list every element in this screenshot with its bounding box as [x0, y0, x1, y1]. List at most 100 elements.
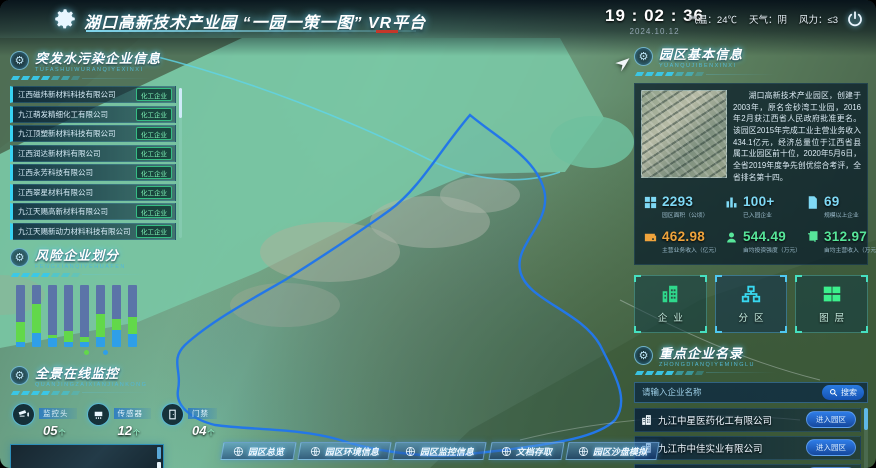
- sheets-icon: [805, 230, 820, 245]
- company-type-tag: 化工企业: [136, 205, 172, 218]
- bar-2: [32, 285, 41, 347]
- bar-5: [80, 285, 89, 347]
- park-info-card: 湖口高新技术产业园区，创建于2003年，原名金砂湾工业园，2016年2月获江西省…: [634, 83, 868, 265]
- camera-counter[interactable]: 监控头 05个: [12, 403, 77, 438]
- list-item[interactable]: 九江天赐高新材料有限公司 化工企业: [10, 203, 176, 220]
- company-name: 江西翠星材料有限公司: [18, 187, 93, 198]
- monitor-section-title: 全景在线监控: [35, 363, 147, 382]
- stat-label: 已入园企业: [743, 210, 775, 219]
- list-item[interactable]: 九江萌发精细化工有限公司 化工企业: [10, 106, 176, 123]
- company-name: 九江市中佳实业有限公司: [658, 441, 806, 455]
- zone-network-icon: [740, 283, 762, 305]
- search-icon: [829, 388, 838, 397]
- legend-blue-swatch: [103, 350, 108, 355]
- ticks-decoration: [12, 76, 182, 80]
- list-item[interactable]: 九江顶塑新材料科技有限公司 化工企业: [10, 125, 176, 142]
- power-button-icon[interactable]: [846, 10, 864, 28]
- ticks-decoration: [12, 273, 182, 277]
- pollution-company-list: 江西磁炜新材料科技有限公司 化工企业 九江萌发精细化工有限公司 化工企业 九江顶…: [10, 86, 182, 240]
- nav-sandbox-simulation[interactable]: 园区沙盘模拟: [565, 442, 659, 460]
- globe-icon: [501, 446, 512, 457]
- directory-section: ⚙ 重点企业名录 ZHONGDIANQIYEMINGLU 搜索 九江中星医药化工…: [634, 343, 868, 468]
- nav-monitoring-info[interactable]: 园区监控信息: [393, 442, 487, 460]
- layers-button[interactable]: 图层: [795, 275, 868, 333]
- gear-badge-icon: ⚙: [10, 248, 29, 267]
- monitor-counters: 监控头 05个 传感器 12个: [12, 403, 248, 438]
- enterprise-layer-button[interactable]: 企业: [634, 275, 707, 333]
- weather-wind: 风力：≤3: [799, 12, 838, 26]
- grid-icon: [643, 195, 658, 210]
- sensor-icon: [87, 403, 110, 426]
- company-name: 九江顶塑新材料科技有限公司: [18, 128, 116, 139]
- stat-value: 544.49: [743, 229, 801, 244]
- layers-grid-icon: [821, 283, 843, 305]
- company-type-tag: 化工企业: [136, 127, 172, 140]
- company-type-tag: 化工企业: [136, 166, 172, 179]
- search-input[interactable]: [642, 387, 822, 397]
- bottom-navigation: 园区总览 园区环境信息 园区监控信息 文档存取 园区沙盘模拟: [222, 442, 658, 460]
- bar-3: [48, 285, 57, 347]
- counter-value: 12: [118, 423, 132, 438]
- search-button[interactable]: 搜索: [822, 385, 864, 400]
- action-button-label: 分区: [733, 310, 770, 324]
- nav-label: 园区总览: [248, 445, 284, 458]
- clock-date: 2024.10.12: [605, 27, 704, 36]
- list-item[interactable]: 江西翠星材料有限公司 化工企业: [10, 184, 176, 201]
- stat-area: 2293 园区面积（公顷）: [643, 194, 720, 219]
- park-info-subtitle: YUANQUJIBENXINXI: [659, 63, 743, 69]
- park-info-title: 园区基本信息: [659, 44, 743, 63]
- weather-bar: 气温：24℃ 天气：阴 风力：≤3: [688, 12, 838, 26]
- company-type-tag: 化工企业: [136, 108, 172, 121]
- counter-label: 门禁: [188, 408, 217, 419]
- nav-document-access[interactable]: 文档存取: [488, 442, 564, 460]
- list-item[interactable]: 江西永芳科技有限公司 化工企业: [10, 164, 176, 181]
- zone-layer-button[interactable]: 分区: [715, 275, 788, 333]
- person-icon: [724, 230, 739, 245]
- action-button-label: 图层: [813, 310, 850, 324]
- directory-scrollbar[interactable]: [864, 408, 868, 468]
- stat-value: 69: [824, 194, 859, 209]
- gear-badge-icon: ⚙: [634, 47, 653, 66]
- stat-value: 462.98: [662, 229, 720, 244]
- company-name: 江西磁炜新材料科技有限公司: [18, 89, 116, 100]
- nav-park-overview[interactable]: 园区总览: [220, 442, 296, 460]
- gear-badge-icon: ⚙: [10, 366, 29, 385]
- sensor-counter[interactable]: 传感器 12个: [87, 403, 152, 438]
- company-name: 九江天赐新动力材料科技有限公司: [18, 226, 131, 237]
- weather-temp: 气温：24℃: [688, 12, 737, 26]
- nav-environment-info[interactable]: 园区环境信息: [298, 442, 392, 460]
- counter-label: 监控头: [39, 408, 77, 419]
- enter-park-button[interactable]: 进入园区: [806, 439, 856, 456]
- globe-icon: [310, 446, 321, 457]
- list-item[interactable]: 九江市中佳实业有限公司 进入园区: [634, 436, 861, 460]
- right-panel: ⚙ 园区基本信息 YUANQUJIBENXINXI 湖口高新技术产业园区，创建于…: [634, 44, 868, 468]
- gear-badge-icon: ⚙: [634, 346, 653, 365]
- list-item[interactable]: 九江中星医药化工有限公司 进入园区: [634, 408, 861, 432]
- company-name: 江西润达新材料有限公司: [18, 148, 101, 159]
- list-item[interactable]: 江西润达新材料有限公司 化工企业: [10, 145, 176, 162]
- video-feed-scrollbar[interactable]: [157, 447, 161, 468]
- park-aerial-thumbnail: [641, 90, 727, 178]
- door-counter[interactable]: 门禁 04个: [161, 403, 217, 438]
- globe-icon: [405, 446, 416, 457]
- gear-badge-icon: ⚙: [10, 51, 29, 70]
- directory-title: 重点企业名录: [659, 343, 755, 362]
- list-item[interactable]: 九江天赐新动力材料科技有限公司 化工企业: [10, 223, 176, 240]
- stat-value: 2293: [662, 194, 708, 209]
- stat-label: 亩均投资强度（万元）: [743, 245, 801, 254]
- enter-park-button[interactable]: 进入园区: [806, 411, 856, 428]
- counter-label: 传感器: [114, 408, 152, 419]
- ticks-decoration: [12, 391, 182, 395]
- company-name: 江西永芳科技有限公司: [18, 167, 93, 178]
- nav-label: 文档存取: [516, 445, 552, 458]
- monitor-section-subtitle: QUANJINGZAIXIANJIANKONG: [35, 382, 147, 388]
- camera-video-feed[interactable]: [10, 444, 164, 468]
- list-item[interactable]: 江西磁炜新材料科技有限公司 化工企业: [10, 86, 176, 103]
- legend-green-swatch: [84, 350, 89, 355]
- risk-section-subtitle: FENGXIANQIYEHUAFEN: [35, 264, 126, 270]
- ticks-decoration: [636, 371, 868, 375]
- nav-label: 园区监控信息: [420, 445, 474, 458]
- camera-icon: [12, 403, 35, 426]
- pollution-list-scrollbar[interactable]: [179, 88, 182, 238]
- list-item[interactable]: 九江富达实业有限公司 进入园区: [634, 464, 861, 468]
